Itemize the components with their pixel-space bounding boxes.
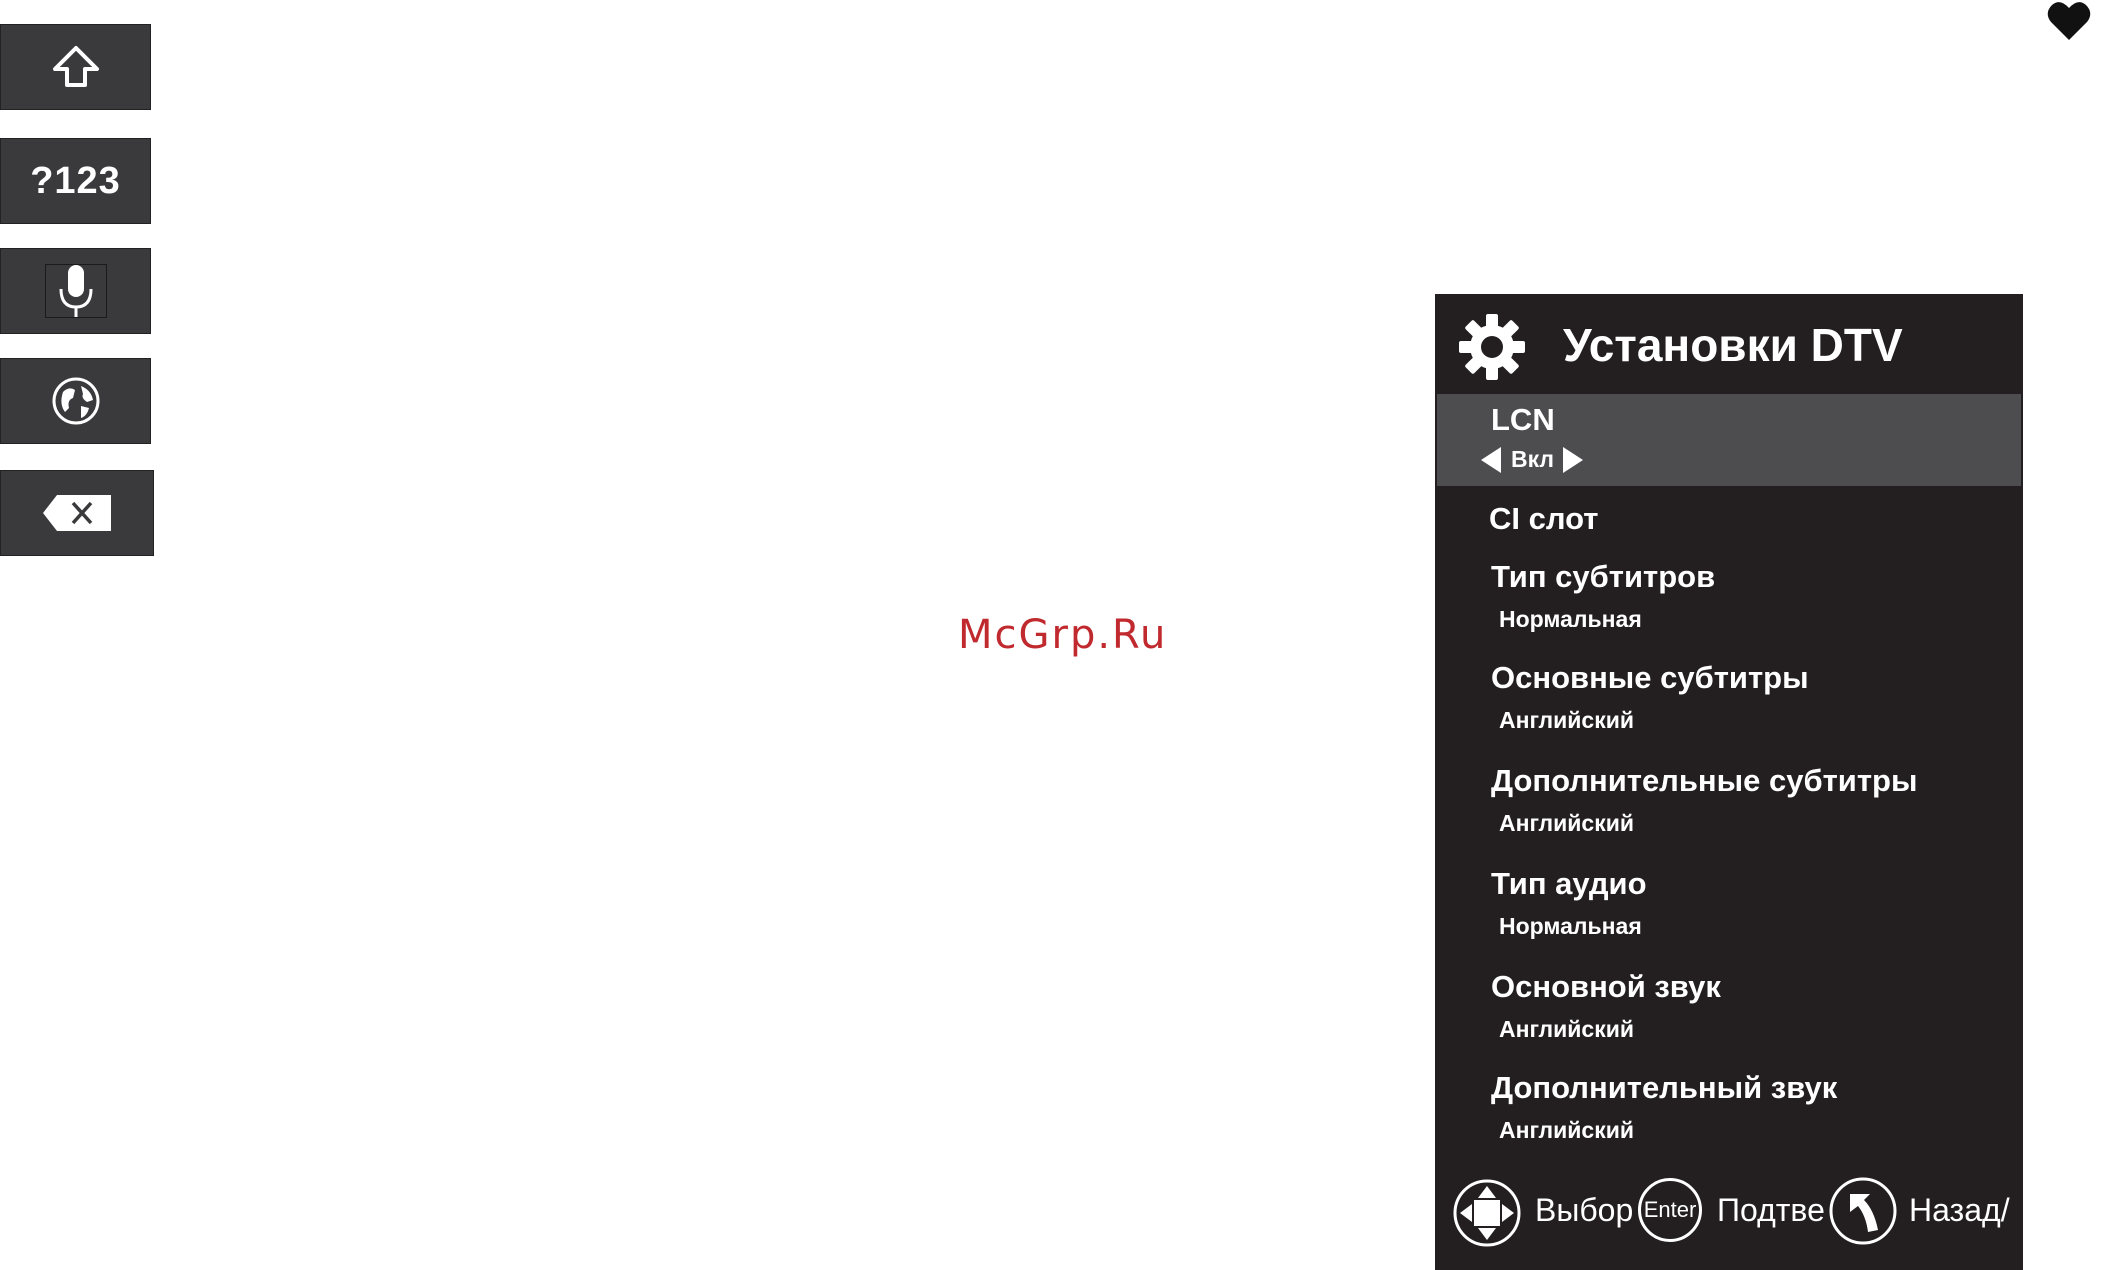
menu-item-value: Вкл [1511, 446, 1555, 472]
menu-item-primary-subtitles[interactable]: Основные субтитры [1491, 660, 1809, 696]
language-key-button[interactable] [0, 358, 151, 444]
value-right-arrow-icon[interactable] [1563, 447, 1583, 473]
back-hint-label: Назад/ [1909, 1192, 2010, 1228]
watermark-text: McGrp.Ru [958, 612, 1168, 658]
confirm-hint-label: Подтве [1717, 1192, 1825, 1228]
menu-item-value: Английский [1499, 707, 1634, 733]
backspace-icon [43, 495, 111, 531]
panel-header: Установки DTV [1435, 294, 2023, 392]
enter-icon-text: Enter [1643, 1197, 1697, 1222]
menu-item-ci-slot[interactable]: CI слот [1489, 501, 1598, 537]
select-hint-label: Выбор [1535, 1192, 1634, 1228]
shift-key-button[interactable] [0, 24, 151, 110]
microphone-icon [59, 265, 92, 317]
panel-footer: Выбор Enter Подтве Назад/ [1435, 1174, 2023, 1254]
menu-item-value: Нормальная [1499, 606, 1642, 632]
voice-input-button[interactable] [0, 248, 151, 334]
menu-item-value: Английский [1499, 1117, 1634, 1143]
back-arrow-icon [1829, 1177, 1897, 1245]
menu-item-subtitle-type[interactable]: Тип субтитров [1491, 559, 1715, 595]
gear-icon [1459, 314, 1525, 380]
heart-icon[interactable] [2046, 0, 2092, 42]
menu-item-value: Английский [1499, 1016, 1634, 1042]
menu-item-secondary-subtitles[interactable]: Дополнительные субтитры [1491, 763, 1917, 799]
shift-arrow-icon [52, 46, 99, 87]
enter-button-icon: Enter [1638, 1178, 1702, 1242]
dtv-settings-panel: Установки DTV LCN Вкл CI слот Тип субтит… [1435, 294, 2023, 1270]
symbols-key-button[interactable]: ?123 [0, 138, 151, 224]
symbols-key-label: ?123 [30, 159, 121, 202]
menu-item-value: Английский [1499, 810, 1634, 836]
globe-icon [52, 377, 99, 425]
mic-frame [44, 264, 107, 318]
menu-item-secondary-audio[interactable]: Дополнительный звук [1491, 1070, 1837, 1106]
menu-item-primary-audio[interactable]: Основной звук [1491, 969, 1721, 1005]
dpad-icon [1453, 1179, 1521, 1247]
panel-title: Установки DTV [1563, 319, 1903, 371]
value-left-arrow-icon[interactable] [1481, 447, 1501, 473]
backspace-key-button[interactable] [0, 470, 154, 556]
menu-item-value: Нормальная [1499, 913, 1642, 939]
menu-item-label: LCN [1491, 402, 1555, 437]
menu-item-audio-type[interactable]: Тип аудио [1491, 866, 1647, 902]
